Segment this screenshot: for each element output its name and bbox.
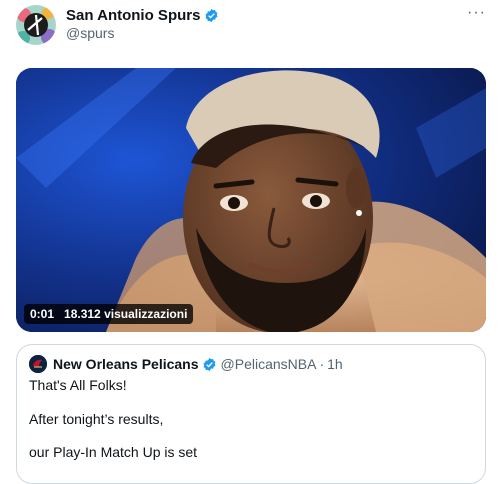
separator-dot: ·: [319, 356, 325, 372]
quoted-text-line-3: our Play-In Match Up is set: [29, 444, 198, 460]
quoted-author-name[interactable]: New Orleans Pelicans: [53, 356, 199, 372]
video-views: 18.312 visualizzazioni: [64, 307, 188, 321]
more-options-icon[interactable]: ···: [467, 5, 486, 21]
quoted-timestamp[interactable]: 1h: [327, 356, 343, 372]
pelicans-avatar[interactable]: [29, 355, 47, 373]
author-handle[interactable]: @spurs: [66, 25, 114, 41]
quoted-tweet[interactable]: New Orleans Pelicans @PelicansNBA · 1h T…: [16, 344, 486, 484]
quoted-author-handle[interactable]: @PelicansNBA: [221, 356, 317, 372]
video-info-badge: 0:01 18.312 visualizzazioni: [24, 304, 194, 324]
author-name[interactable]: San Antonio Spurs: [66, 7, 200, 24]
tweet-card[interactable]: San Antonio Spurs @spurs ··· 0:01 18.312…: [0, 0, 500, 484]
quoted-text-line-2: After tonight’s results,: [29, 411, 164, 427]
tweet-video[interactable]: 0:01 18.312 visualizzazioni: [16, 68, 486, 332]
verified-badge-icon: [203, 357, 215, 371]
video-frame: [16, 68, 486, 332]
verified-badge-icon: [206, 8, 218, 23]
video-time: 0:01: [30, 307, 55, 321]
quoted-text-line-1: That's All Folks!: [29, 377, 127, 393]
spurs-avatar[interactable]: [16, 5, 56, 45]
